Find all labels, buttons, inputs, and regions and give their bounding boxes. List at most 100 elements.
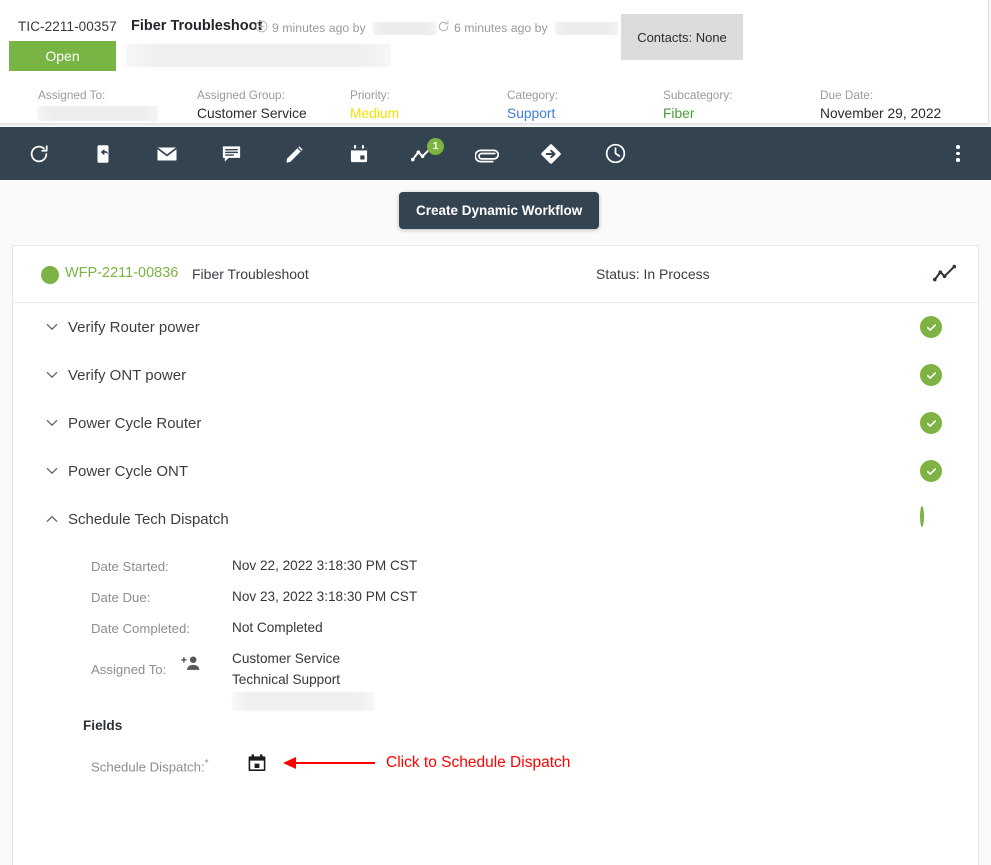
detail-label: Date Completed:: [91, 621, 190, 636]
detail-row-date-started: Date Started: Nov 22, 2022 3:18:30 PM CS…: [13, 555, 978, 586]
workflow-status-text: Status: In Process: [596, 266, 710, 282]
clock-history-icon: [604, 142, 627, 165]
field-assigned-to: Assigned To:: [38, 88, 158, 126]
create-dynamic-workflow-tooltip: Create Dynamic Workflow: [399, 192, 600, 229]
chevron-down-icon[interactable]: [40, 411, 64, 435]
refresh-icon: [28, 143, 50, 165]
field-priority-label: Priority:: [350, 88, 390, 102]
detail-row-date-due: Date Due: Nov 23, 2022 3:18:30 PM CST: [13, 586, 978, 617]
workflow-status-dot: [41, 266, 59, 284]
comment-icon: [220, 142, 243, 165]
workflow-count-badge: 1: [427, 138, 444, 155]
ticket-workflow-page: TIC-2211-00357 Fiber Troubleshoot 9 minu…: [0, 0, 991, 865]
task-row[interactable]: Verify ONT power: [13, 351, 978, 399]
workflow-trend-icon[interactable]: [932, 263, 958, 285]
toolbar-workflow-button[interactable]: 1: [400, 127, 446, 180]
field-assigned-to-label: Assigned To:: [38, 88, 106, 102]
toolbar-transfer-button[interactable]: [528, 127, 574, 180]
toolbar-attachment-button[interactable]: [464, 127, 510, 180]
chevron-down-icon[interactable]: [40, 363, 64, 387]
fields-title: Fields: [83, 718, 123, 733]
assigned-name-1: Customer Service: [232, 651, 341, 666]
task-label: Power Cycle Router: [68, 414, 202, 432]
workflow-header: WFP-2211-00836 Fiber Troubleshoot Status…: [13, 246, 978, 303]
detail-label: Date Started:: [91, 559, 169, 574]
task-row-expanded[interactable]: Schedule Tech Dispatch: [13, 495, 978, 543]
kebab-dot-3: [956, 158, 960, 162]
assigned-name-redacted: [232, 692, 375, 711]
toolbar-edit-button[interactable]: [272, 127, 318, 180]
ticket-id: TIC-2211-00357: [18, 19, 117, 34]
ticket-title: Fiber Troubleshoot: [131, 18, 263, 34]
annotation-arrow-line: [295, 762, 375, 764]
created-meta: 9 minutes ago by: [255, 20, 436, 36]
field-subcategory-label: Subcategory:: [663, 88, 733, 102]
task-status-complete-icon: [920, 316, 942, 338]
toolbar-refresh-button[interactable]: [16, 127, 62, 180]
created-by-redacted: [372, 21, 436, 35]
updated-meta: 6 minutes ago by: [437, 20, 618, 36]
workflow-id-link[interactable]: WFP-2211-00836: [65, 265, 178, 281]
updated-by-redacted: [554, 21, 618, 35]
transfer-diamond-icon: [539, 142, 563, 166]
ticket-fields-row: Assigned To: Assigned Group: Customer Se…: [0, 84, 988, 122]
field-priority: Priority: Medium: [350, 88, 399, 123]
paperclip-icon: [475, 145, 499, 163]
toolbar-comment-button[interactable]: [208, 127, 254, 180]
task-status-complete-icon: [920, 412, 942, 434]
toolbar-history-button[interactable]: [592, 127, 638, 180]
task-row[interactable]: Verify Router power: [13, 303, 978, 351]
workflow-card: WFP-2211-00836 Fiber Troubleshoot Status…: [12, 245, 979, 865]
task-row[interactable]: Power Cycle ONT: [13, 447, 978, 495]
kebab-dot-1: [956, 145, 960, 149]
task-label: Verify ONT power: [68, 366, 187, 384]
task-label: Schedule Tech Dispatch: [68, 510, 229, 528]
schedule-dispatch-field-row: Schedule Dispatch:* Click to Schedule Di…: [13, 752, 978, 802]
person-add-icon[interactable]: [181, 654, 201, 672]
chevron-down-icon[interactable]: [40, 315, 64, 339]
toolbar-email-button[interactable]: [144, 127, 190, 180]
field-category-label: Category:: [507, 88, 559, 102]
chevron-up-icon[interactable]: [40, 507, 64, 531]
field-due-date-label: Due Date:: [820, 88, 874, 102]
kebab-dot-2: [956, 151, 960, 156]
detail-row-date-completed: Date Completed: Not Completed: [13, 617, 978, 648]
created-meta-text: 9 minutes ago by: [272, 21, 366, 35]
field-priority-value: Medium: [350, 106, 400, 121]
detail-label: Date Due:: [91, 590, 151, 605]
field-subcategory-value: Fiber: [663, 106, 695, 121]
ticket-subject-redacted: [126, 44, 391, 67]
toolbar-overflow-menu-button[interactable]: [945, 127, 971, 180]
ticket-status-button[interactable]: Open: [9, 41, 116, 71]
detail-value: Nov 23, 2022 3:18:30 PM CST: [232, 589, 418, 604]
task-status-open-icon: [920, 506, 942, 530]
toolbar-mobile-reply-button[interactable]: [80, 127, 126, 180]
assigned-names: Customer Service Technical Support: [232, 648, 375, 711]
toolbar-calendar-button[interactable]: [336, 127, 382, 180]
field-category-value[interactable]: Support: [507, 104, 558, 123]
email-icon: [155, 142, 179, 166]
field-assigned-group-label: Assigned Group:: [197, 88, 285, 102]
task-detail-panel: Date Started: Nov 22, 2022 3:18:30 PM CS…: [13, 543, 978, 802]
task-status-complete-icon: [920, 460, 942, 482]
annotation-text: Click to Schedule Dispatch: [386, 754, 571, 771]
schedule-dispatch-calendar-button[interactable]: [247, 753, 267, 773]
task-row[interactable]: Power Cycle Router: [13, 399, 978, 447]
task-status-complete-icon: [920, 364, 942, 386]
detail-value: Not Completed: [232, 620, 323, 635]
plus-circle-icon: [255, 20, 268, 36]
updated-meta-text: 6 minutes ago by: [454, 21, 548, 35]
field-subcategory: Subcategory: Fiber: [663, 88, 733, 123]
mobile-reply-icon: [92, 143, 114, 165]
calendar-icon: [348, 143, 370, 165]
action-toolbar: 1: [0, 127, 991, 180]
field-due-date: Due Date: November 29, 2022: [820, 88, 941, 123]
detail-value: Nov 22, 2022 3:18:30 PM CST: [232, 558, 418, 573]
edit-pencil-icon: [284, 142, 307, 165]
field-assigned-group-value: Customer Service: [197, 106, 307, 121]
assigned-name-2: Technical Support: [232, 672, 341, 687]
contacts-button[interactable]: Contacts: None: [621, 14, 743, 60]
task-label: Verify Router power: [68, 318, 200, 336]
detail-label: Assigned To:: [91, 662, 167, 677]
chevron-down-icon[interactable]: [40, 459, 64, 483]
